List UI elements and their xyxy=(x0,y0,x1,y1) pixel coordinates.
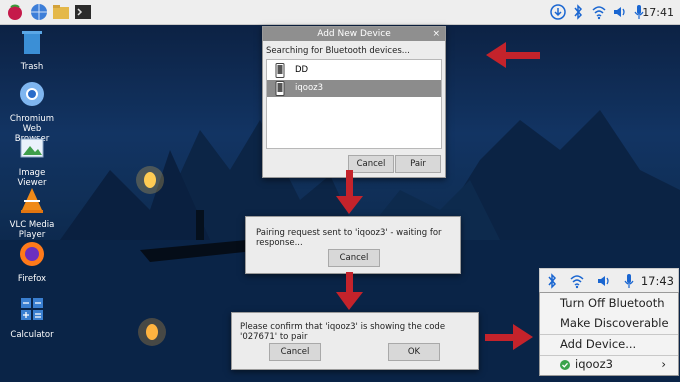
arrow-down-2 xyxy=(336,272,363,310)
arrow-left-top xyxy=(486,42,540,68)
arrow-right-bottom xyxy=(485,324,533,350)
arrow-down-1 xyxy=(336,170,363,214)
annotation-arrows xyxy=(336,42,540,350)
